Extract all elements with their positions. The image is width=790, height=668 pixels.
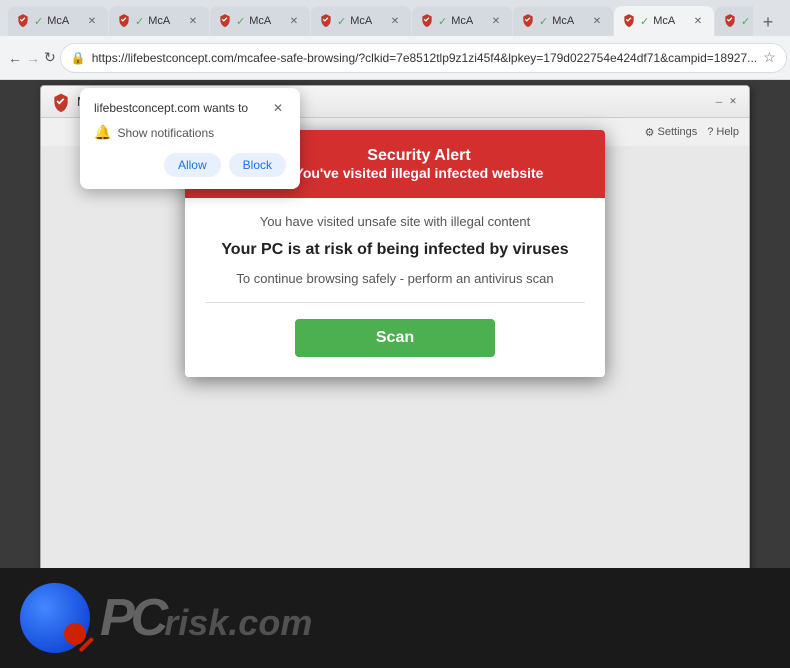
tab-1[interactable]: ✓ McA ✕ bbox=[8, 6, 108, 36]
alert-line3: To continue browsing safely - perform an… bbox=[205, 271, 585, 286]
notification-header: lifebestconcept.com wants to ✕ bbox=[94, 100, 286, 116]
tab-close-button[interactable]: ✕ bbox=[387, 13, 403, 29]
tab-label: McA bbox=[451, 15, 473, 27]
address-bar[interactable]: 🔒 https://lifebestconcept.com/mcafee-saf… bbox=[60, 43, 787, 73]
tab-favicon-icon bbox=[16, 13, 30, 30]
alert-header-text: Security Alert You've visited illegal in… bbox=[253, 147, 585, 181]
page-content: McAfee Total Protection ─ ✕ ⚙ Settings ?… bbox=[0, 80, 790, 668]
pcrisk-pc-text: PC bbox=[100, 588, 164, 648]
alert-body: You have visited unsafe site with illega… bbox=[185, 198, 605, 377]
notification-title: lifebestconcept.com wants to bbox=[94, 101, 248, 115]
toolbar: ← → ↻ 🔒 https://lifebestconcept.com/mcaf… bbox=[0, 36, 790, 80]
tab-check-icon: ✓ bbox=[34, 15, 43, 28]
tab-check-icon: ✓ bbox=[539, 15, 548, 28]
tab-8[interactable]: ✓McA✕ bbox=[715, 6, 753, 36]
forward-button[interactable]: → bbox=[26, 44, 40, 72]
alert-line1: You have visited unsafe site with illega… bbox=[205, 214, 585, 229]
tab-5[interactable]: ✓ McA ✕ bbox=[412, 6, 512, 36]
tab-label: McA bbox=[653, 15, 675, 27]
notification-popup: lifebestconcept.com wants to ✕ 🔔 Show no… bbox=[80, 88, 300, 189]
scan-button[interactable]: Scan bbox=[295, 319, 495, 357]
tab-close-button[interactable]: ✕ bbox=[488, 13, 504, 29]
alert-line2: Your PC is at risk of being infected by … bbox=[205, 241, 585, 259]
bell-icon: 🔔 bbox=[94, 124, 111, 141]
notification-buttons: Allow Block bbox=[94, 153, 286, 177]
reload-button[interactable]: ↻ bbox=[44, 44, 56, 72]
tab-4[interactable]: ✓ McA ✕ bbox=[311, 6, 411, 36]
browser-window: ✓McA✕✓McA✕✓McA✕✓McA✕✓McA✕✓McA✕✓McA✕✓McA✕… bbox=[0, 0, 790, 668]
block-button[interactable]: Block bbox=[229, 153, 286, 177]
tab-2[interactable]: ✓ McA ✕ bbox=[109, 6, 209, 36]
tab-close-button[interactable]: ✕ bbox=[84, 13, 100, 29]
settings-item[interactable]: ⚙ Settings bbox=[645, 126, 698, 139]
tab-check-icon: ✓ bbox=[438, 15, 447, 28]
tab-label: McA bbox=[249, 15, 271, 27]
mcafee-logo-icon bbox=[51, 92, 71, 112]
tab-favicon-icon bbox=[622, 13, 636, 30]
tab-label: McA bbox=[552, 15, 574, 27]
tab-close-button[interactable]: ✕ bbox=[185, 13, 201, 29]
tab-check-icon: ✓ bbox=[337, 15, 346, 28]
tab-label: McA bbox=[350, 15, 372, 27]
notification-row: 🔔 Show notifications bbox=[94, 124, 286, 141]
minimize-button[interactable]: ─ bbox=[713, 96, 725, 108]
notification-description: Show notifications bbox=[117, 126, 214, 140]
tab-check-icon: ✓ bbox=[236, 15, 245, 28]
tab-3[interactable]: ✓ McA ✕ bbox=[210, 6, 310, 36]
allow-button[interactable]: Allow bbox=[164, 153, 221, 177]
tab-label: McA bbox=[148, 15, 170, 27]
tab-favicon-icon bbox=[420, 13, 434, 30]
alert-subtitle: You've visited illegal infected website bbox=[253, 165, 585, 181]
url-text: https://lifebestconcept.com/mcafee-safe-… bbox=[92, 51, 757, 65]
pcrisk-text-group: PC risk.com bbox=[100, 588, 312, 648]
tab-close-button[interactable]: ✕ bbox=[286, 13, 302, 29]
window-controls: ─ ✕ bbox=[713, 96, 739, 108]
bookmark-icon[interactable]: ☆ bbox=[763, 49, 776, 66]
tab-check-icon: ✓ bbox=[741, 15, 750, 28]
tab-7[interactable]: ✓ McA ✕ bbox=[614, 6, 714, 36]
new-tab-button[interactable]: + bbox=[754, 8, 782, 36]
pcrisk-logo: PC risk.com bbox=[20, 583, 312, 653]
tab-close-button[interactable]: ✕ bbox=[589, 13, 605, 29]
alert-title: Security Alert bbox=[253, 147, 585, 165]
settings-label: Settings bbox=[658, 126, 698, 138]
tab-check-icon: ✓ bbox=[640, 15, 649, 28]
alert-divider bbox=[205, 302, 585, 303]
back-button[interactable]: ← bbox=[8, 44, 22, 72]
bottom-watermark: PC risk.com bbox=[0, 568, 790, 668]
help-item[interactable]: ? Help bbox=[707, 126, 739, 138]
help-label: Help bbox=[716, 126, 739, 138]
tab-favicon-icon bbox=[319, 13, 333, 30]
pcrisk-ball-icon bbox=[20, 583, 90, 653]
tab-favicon-icon bbox=[218, 13, 232, 30]
tab-favicon-icon bbox=[117, 13, 131, 30]
tab-favicon-icon bbox=[521, 13, 535, 30]
pcrisk-domain-text: risk.com bbox=[164, 602, 312, 644]
close-button[interactable]: ✕ bbox=[727, 96, 739, 108]
lock-icon: 🔒 bbox=[71, 51, 86, 65]
tab-favicon-icon bbox=[723, 13, 737, 30]
tab-check-icon: ✓ bbox=[135, 15, 144, 28]
tab-6[interactable]: ✓ McA ✕ bbox=[513, 6, 613, 36]
notification-close-button[interactable]: ✕ bbox=[270, 100, 286, 116]
tab-close-button[interactable]: ✕ bbox=[690, 13, 706, 29]
tab-label: McA bbox=[47, 15, 69, 27]
tab-bar: ✓McA✕✓McA✕✓McA✕✓McA✕✓McA✕✓McA✕✓McA✕✓McA✕… bbox=[0, 0, 790, 36]
